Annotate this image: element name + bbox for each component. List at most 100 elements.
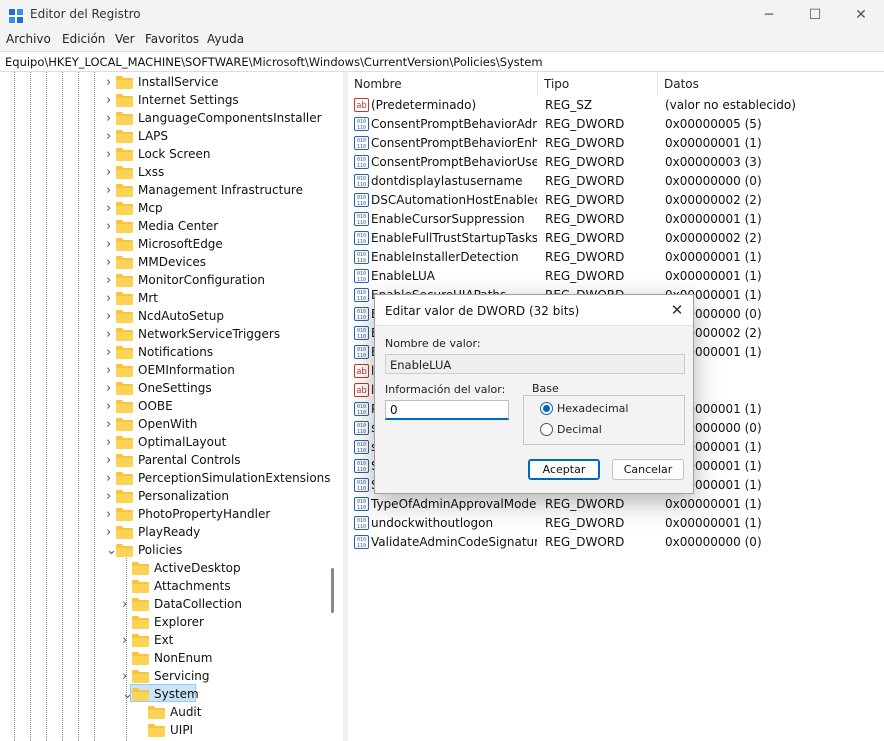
chevron-right-icon[interactable]: ›: [106, 526, 116, 539]
list-item[interactable]: 010 110 EnableCursorSuppression REG_DWORD 0x…: [348, 210, 884, 229]
list-item[interactable]: 010 110 EnableFullTrustStartupTasks REG_DWO…: [348, 229, 884, 248]
tree-item[interactable]: › OptimalLayout: [0, 434, 343, 452]
tree-item[interactable]: › Media Center: [0, 218, 343, 236]
tree-item[interactable]: › OpenWith: [0, 416, 343, 434]
tree-item[interactable]: › LAPS: [0, 128, 343, 146]
chevron-right-icon[interactable]: ›: [106, 148, 116, 161]
decimal-radio-label[interactable]: Decimal: [557, 423, 602, 436]
list-item[interactable]: 010110ConsentPromptBehaviorEnha... REG_DW…: [348, 134, 884, 153]
chevron-right-icon[interactable]: ›: [106, 94, 116, 107]
list-item[interactable]: 010 110 DSCAutomationHostEnabled REG_DWORD 0…: [348, 191, 884, 210]
tree-item[interactable]: ActiveDesktop: [0, 560, 343, 578]
chevron-right-icon[interactable]: ›: [106, 508, 116, 521]
chevron-right-icon[interactable]: ›: [122, 634, 132, 647]
tree-item[interactable]: › PerceptionSimulationExtensions: [0, 470, 343, 488]
list-item[interactable]: 010 110 ValidateAdminCodeSignatures REG_DWO…: [348, 533, 884, 552]
chevron-right-icon[interactable]: ›: [106, 346, 116, 359]
chevron-right-icon[interactable]: ›: [106, 166, 116, 179]
ok-button[interactable]: Aceptar: [528, 459, 600, 480]
chevron-right-icon[interactable]: ›: [106, 220, 116, 233]
list-item[interactable]: 010 110 dontdisplaylastusername REG_DWORD 0x…: [348, 172, 884, 191]
close-button[interactable]: ✕: [838, 0, 884, 30]
tree-item[interactable]: ⌄ Policies: [0, 542, 343, 560]
tree-item[interactable]: ⌄ System: [0, 686, 343, 704]
chevron-right-icon[interactable]: ›: [106, 238, 116, 251]
chevron-down-icon[interactable]: ⌄: [122, 688, 133, 701]
chevron-right-icon[interactable]: ›: [106, 454, 116, 467]
tree-item[interactable]: › OOBE: [0, 398, 343, 416]
tree-item[interactable]: › OEMInformation: [0, 362, 343, 380]
tree-item[interactable]: › Lock Screen: [0, 146, 343, 164]
dialog-close-button[interactable]: ✕: [667, 300, 687, 320]
list-item[interactable]: 010 110 ConsentPromptBehaviorUser REG_DWORD…: [348, 153, 884, 172]
menu-ver[interactable]: Ver: [115, 32, 135, 46]
menu-archivo[interactable]: Archivo: [6, 32, 51, 46]
list-item[interactable]: 010 110 EnableLUA REG_DWORD 0x00000001 (1): [348, 267, 884, 286]
tree-item[interactable]: › Lxss: [0, 164, 343, 182]
tree-item[interactable]: › Servicing: [0, 668, 343, 686]
list-item[interactable]: 010 110 ConsentPromptBehaviorAdmin REG_DWOR…: [348, 115, 884, 134]
tree-item[interactable]: › MicrosoftEdge: [0, 236, 343, 254]
cancel-button[interactable]: Cancelar: [612, 459, 684, 480]
tree-item[interactable]: › Parental Controls: [0, 452, 343, 470]
tree-item[interactable]: › Mrt: [0, 290, 343, 308]
tree-item[interactable]: Attachments: [0, 578, 343, 596]
chevron-right-icon[interactable]: ›: [106, 472, 116, 485]
tree-item[interactable]: › NcdAutoSetup: [0, 308, 343, 326]
address-bar[interactable]: Equipo\HKEY_LOCAL_MACHINE\SOFTWARE\Micro…: [0, 51, 884, 72]
chevron-right-icon[interactable]: ›: [106, 274, 116, 287]
chevron-right-icon[interactable]: ›: [106, 292, 116, 305]
tree-scrollbar[interactable]: [331, 568, 334, 613]
chevron-right-icon[interactable]: ›: [106, 490, 116, 503]
maximize-button[interactable]: ☐: [792, 0, 838, 30]
decimal-radio[interactable]: [540, 423, 553, 436]
menu-edicion[interactable]: Edición: [62, 32, 105, 46]
tree-item[interactable]: › MonitorConfiguration: [0, 272, 343, 290]
tree-item[interactable]: › PlayReady: [0, 524, 343, 542]
column-header-name[interactable]: Nombre: [348, 72, 538, 96]
chevron-right-icon[interactable]: ›: [106, 310, 116, 323]
menu-ayuda[interactable]: Ayuda: [207, 32, 244, 46]
tree-item[interactable]: › Personalization: [0, 488, 343, 506]
hex-radio-label[interactable]: Hexadecimal: [557, 402, 628, 415]
tree-item[interactable]: › Internet Settings: [0, 92, 343, 110]
chevron-right-icon[interactable]: ›: [106, 400, 116, 413]
list-item[interactable]: 010 110 TypeOfAdminApprovalMode REG_DWORD 0x…: [348, 495, 884, 514]
tree-item[interactable]: › DataCollection: [0, 596, 343, 614]
tree-item[interactable]: › Ext: [0, 632, 343, 650]
chevron-right-icon[interactable]: ›: [122, 670, 132, 683]
chevron-right-icon[interactable]: ›: [106, 184, 116, 197]
tree-item[interactable]: UIPI: [0, 722, 343, 740]
tree-item[interactable]: NonEnum: [0, 650, 343, 668]
tree-item[interactable]: › LanguageComponentsInstaller: [0, 110, 343, 128]
key-tree[interactable]: › InstallService › Internet Settings › Langua…: [0, 72, 343, 741]
list-item[interactable]: 010 110 EnableInstallerDetection REG_DWORD 0…: [348, 248, 884, 267]
list-item[interactable]: ab (Predeterminado) REG_SZ (valor no establ…: [348, 96, 884, 115]
chevron-right-icon[interactable]: ›: [106, 328, 116, 341]
column-header-data[interactable]: Datos: [658, 72, 884, 96]
tree-item[interactable]: › Notifications: [0, 344, 343, 362]
hex-radio[interactable]: [540, 402, 553, 415]
tree-item[interactable]: › MMDevices: [0, 254, 343, 272]
chevron-right-icon[interactable]: ›: [106, 202, 116, 215]
tree-item[interactable]: Explorer: [0, 614, 343, 632]
chevron-right-icon[interactable]: ›: [106, 436, 116, 449]
chevron-right-icon[interactable]: ›: [106, 112, 116, 125]
value-data-input[interactable]: 0: [385, 400, 509, 420]
column-header-type[interactable]: Tipo: [538, 72, 658, 96]
tree-item[interactable]: › Management Infrastructure: [0, 182, 343, 200]
tree-item[interactable]: Audit: [0, 704, 343, 722]
chevron-right-icon[interactable]: ›: [106, 130, 116, 143]
chevron-down-icon[interactable]: ⌄: [106, 544, 117, 557]
menu-favoritos[interactable]: Favoritos: [145, 32, 199, 46]
chevron-right-icon[interactable]: ›: [106, 76, 116, 89]
chevron-right-icon[interactable]: ›: [106, 256, 116, 269]
chevron-right-icon[interactable]: ›: [106, 382, 116, 395]
chevron-right-icon[interactable]: ›: [122, 598, 132, 611]
tree-item[interactable]: › InstallService: [0, 74, 343, 92]
chevron-right-icon[interactable]: ›: [106, 418, 116, 431]
chevron-right-icon[interactable]: ›: [106, 364, 116, 377]
minimize-button[interactable]: ─: [746, 0, 792, 30]
tree-item[interactable]: › NetworkServiceTriggers: [0, 326, 343, 344]
tree-item[interactable]: › Mcp: [0, 200, 343, 218]
